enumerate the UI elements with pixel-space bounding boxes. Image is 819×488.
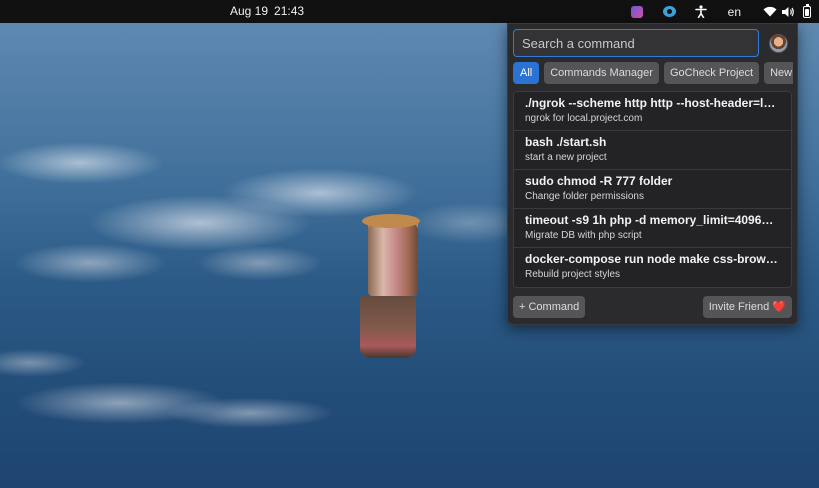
accessibility-button[interactable] [694, 0, 708, 23]
heart-icon: ❤️ [772, 301, 786, 313]
volume-button[interactable] [781, 0, 795, 23]
accessibility-icon [694, 5, 707, 18]
battery-icon [803, 3, 811, 18]
tab-all[interactable]: All [513, 62, 540, 84]
command-text: timeout -s9 1h php -d memory_limit=4096M… [525, 213, 780, 227]
filter-tabs: All Commands Manager GoCheck Project New… [513, 62, 793, 86]
cloud-sync-button[interactable] [662, 0, 694, 23]
language-indicator[interactable]: en [728, 0, 741, 23]
command-description: start a new project [525, 152, 607, 163]
wallpaper-post-reflection [360, 296, 416, 358]
tab-gocheck-project[interactable]: GoCheck Project [663, 62, 760, 84]
tab-commands-manager[interactable]: Commands Manager [544, 62, 659, 84]
command-text: ./ngrok --scheme http http --host-header… [525, 96, 780, 110]
app-indicator-button[interactable] [630, 0, 663, 23]
command-description: Migrate DB with php script [525, 230, 642, 241]
system-tray: en [630, 0, 811, 23]
top-bar: Aug 19 21:43 en [0, 0, 819, 23]
wifi-button[interactable] [763, 0, 777, 23]
command-description: Rebuild project styles [525, 269, 621, 280]
command-item[interactable]: timeout -s9 1h php -d memory_limit=4096M… [514, 209, 791, 248]
command-popup: All Commands Manager GoCheck Project New… [507, 23, 798, 325]
wallpaper-post-top [362, 214, 420, 228]
command-item[interactable]: sudo chmod -R 777 folder Change folder p… [514, 170, 791, 209]
search-input[interactable] [513, 29, 759, 57]
cloud-sync-icon [662, 6, 676, 17]
invite-friend-button[interactable]: Invite Friend ❤️ [702, 296, 792, 318]
tab-new-project[interactable]: New Project [764, 62, 793, 84]
app-indicator-icon [630, 5, 643, 18]
clock[interactable]: Aug 19 21:43 [230, 4, 304, 18]
search-row [513, 29, 792, 57]
wifi-icon [763, 6, 777, 17]
command-description: ngrok for local.project.com [525, 113, 643, 124]
invite-friend-label: Invite Friend [708, 301, 770, 313]
volume-icon [782, 6, 794, 17]
command-item[interactable]: ./ngrok --scheme http http --host-header… [514, 92, 791, 131]
command-description: Change folder permissions [525, 191, 644, 202]
clock-time: 21:43 [274, 4, 305, 18]
add-command-button[interactable]: + Command [513, 296, 586, 318]
command-text: bash ./start.sh [525, 135, 607, 149]
battery-button[interactable] [803, 0, 811, 23]
command-item[interactable]: bash ./start.sh start a new project [514, 131, 791, 170]
clock-date: Aug 19 [230, 4, 269, 18]
wallpaper-post [368, 218, 418, 296]
avatar[interactable] [769, 34, 788, 53]
command-text: docker-compose run node make css-browser [525, 252, 780, 266]
command-item[interactable]: docker-compose run node make css-browser… [514, 248, 791, 287]
command-list: ./ngrok --scheme http http --host-header… [513, 91, 792, 288]
command-text: sudo chmod -R 777 folder [525, 174, 673, 188]
